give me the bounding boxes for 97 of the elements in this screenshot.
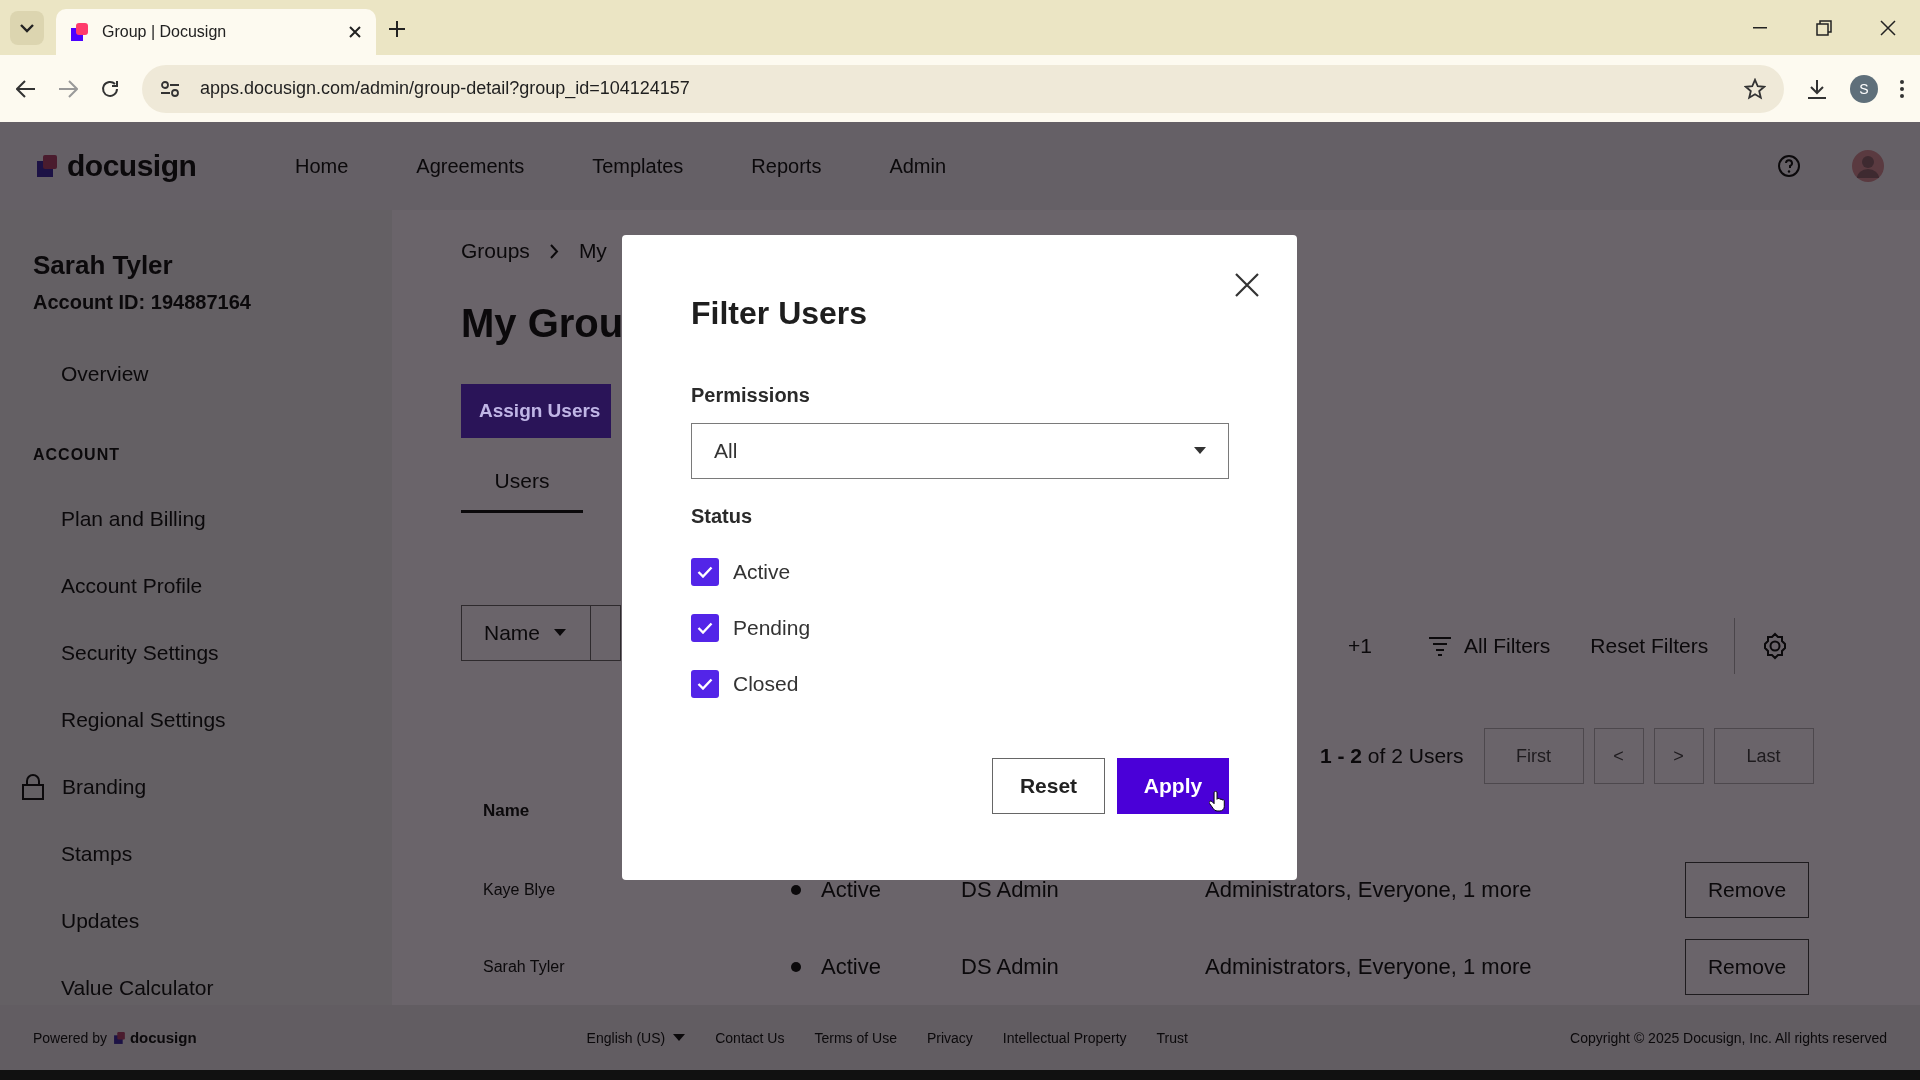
reset-button[interactable]: Reset — [992, 758, 1105, 814]
status-cell-text: Active — [821, 876, 882, 903]
caret-icon — [673, 1033, 686, 1042]
user-name-cell-text: Sarah Tyler — [482, 957, 566, 976]
close-icon[interactable] — [1235, 273, 1259, 297]
nav-link[interactable]: Templates — [592, 154, 684, 178]
permission-cell-text: DS Admin — [961, 953, 1060, 980]
filter-count: +1 — [1348, 634, 1373, 658]
sidebar-item[interactable]: Updates — [0, 887, 392, 954]
new-tab-icon[interactable] — [388, 20, 406, 38]
tab-list-button[interactable] — [10, 11, 44, 45]
lock-icon — [22, 773, 44, 800]
field-label: Status — [691, 505, 754, 528]
sidebar-item[interactable]: Plan and Billing — [0, 485, 392, 552]
help-icon[interactable] — [1777, 154, 1801, 178]
nav-link[interactable]: Admin — [889, 154, 947, 178]
browser-tab[interactable]: Group | Docusign — [56, 9, 376, 55]
bookmark-star-icon[interactable] — [1744, 77, 1766, 100]
url-text: apps.docusign.com/admin/group-detail?group_id=104124157 — [200, 78, 691, 99]
account-id: Account ID: 194887164 — [32, 290, 252, 315]
sidebar-item[interactable]: Value Calculator — [0, 954, 392, 1005]
copyright-text: Copyright © 2025 Docusign, Inc. All rights reserved — [1570, 1029, 1887, 1046]
page-button[interactable]: First — [1483, 728, 1584, 784]
footer-logo-text: docusign — [129, 1029, 197, 1046]
sidebar-item[interactable]: Account Profile — [0, 552, 392, 619]
sidebar-item[interactable]: Regional Settings — [0, 686, 392, 753]
back-icon[interactable] — [16, 79, 36, 98]
search-by-dropdown[interactable]: Name — [461, 605, 591, 662]
footer-link[interactable]: Terms of Use — [814, 1029, 897, 1046]
caret-icon — [554, 629, 567, 638]
check-icon — [697, 566, 713, 578]
checkbox-label: Pending — [733, 616, 811, 640]
check-icon — [697, 622, 713, 634]
dialog-title: Filter Users — [691, 295, 869, 332]
remove-button[interactable]: Remove — [1685, 861, 1809, 918]
page-title: My Grou — [461, 300, 624, 348]
groups-cell-text: Administrators, Everyone, 1 more — [1205, 953, 1533, 980]
nav-link[interactable]: Home — [295, 154, 349, 178]
assign-users-button[interactable]: Assign Users — [461, 384, 611, 439]
chevron-right-icon — [549, 243, 559, 259]
reset-filters-button[interactable]: Reset Filters — [1590, 634, 1709, 658]
favicon-icon — [70, 22, 90, 42]
permissions-dropdown[interactable]: All — [691, 423, 1229, 479]
checkbox[interactable] — [691, 670, 719, 698]
sidebar-item[interactable]: Security Settings — [0, 619, 392, 686]
nav-link[interactable]: Reports — [751, 154, 822, 178]
profile-avatar[interactable]: S — [1850, 74, 1878, 103]
menu-icon[interactable] — [1900, 79, 1904, 98]
user-name-cell-text: Kaye Blye — [482, 880, 557, 899]
powered-by-text: Powered by — [33, 1029, 107, 1046]
footer-link[interactable]: Contact Us — [715, 1029, 785, 1046]
status-dot-icon — [791, 884, 801, 895]
breadcrumb-link[interactable]: Groups — [461, 239, 530, 264]
remove-button[interactable]: Remove — [1685, 938, 1809, 995]
checkbox-label: Active — [733, 560, 791, 584]
logo-text: docusign — [67, 149, 197, 183]
sidebar-item[interactable]: Branding — [0, 753, 392, 820]
permission-cell-text: DS Admin — [961, 876, 1060, 903]
all-filters-button[interactable]: All Filters — [1428, 634, 1551, 658]
footer-link[interactable]: Privacy — [926, 1029, 973, 1046]
caret-icon — [1194, 447, 1206, 455]
breadcrumb-link[interactable]: My — [578, 239, 607, 264]
user-name: Sarah Tyler — [32, 250, 174, 281]
search-field[interactable] — [591, 605, 621, 662]
page-button[interactable]: Last — [1713, 728, 1814, 784]
pagination-summary: 1 - 2 of 2 Users — [1320, 744, 1464, 768]
logo-icon — [112, 1030, 127, 1045]
apply-button[interactable]: Apply — [1117, 758, 1229, 814]
checkbox-label: Closed — [733, 672, 799, 696]
users-tab[interactable]: Users — [461, 451, 583, 514]
sidebar-item[interactable]: Stamps — [0, 820, 392, 887]
checkbox[interactable] — [691, 614, 719, 642]
footer-link[interactable]: Intellectual Property — [1002, 1029, 1127, 1046]
hand-cursor-icon — [1209, 791, 1225, 812]
chevron-down-icon — [20, 23, 34, 33]
forward-icon[interactable] — [58, 79, 78, 98]
check-icon — [697, 678, 713, 690]
groups-cell-text: Administrators, Everyone, 1 more — [1205, 876, 1533, 903]
site-settings-icon — [160, 79, 180, 98]
nav-link[interactable]: Agreements — [416, 154, 525, 178]
sidebar-item[interactable]: Overview — [0, 340, 392, 407]
column-header: Name — [482, 801, 530, 823]
checkbox[interactable] — [691, 558, 719, 586]
page-button[interactable]: < — [1593, 728, 1644, 784]
address-bar[interactable]: apps.docusign.com/admin/group-detail?group_id=104124157 — [142, 64, 1784, 113]
field-label: Permissions — [691, 384, 811, 407]
status-dot-icon — [791, 961, 801, 972]
status-cell-text: Active — [821, 953, 882, 980]
download-icon[interactable] — [1806, 77, 1828, 100]
footer-link[interactable]: Trust — [1156, 1029, 1188, 1046]
tab-title: Group | Docusign — [102, 23, 228, 41]
close-tab-icon[interactable] — [348, 25, 362, 39]
language-selector[interactable]: English (US) — [586, 1029, 686, 1046]
reload-icon[interactable] — [100, 78, 120, 99]
page-button[interactable]: > — [1653, 728, 1704, 784]
section-heading: ACCOUNT — [32, 445, 121, 465]
filter-icon — [1428, 636, 1452, 656]
